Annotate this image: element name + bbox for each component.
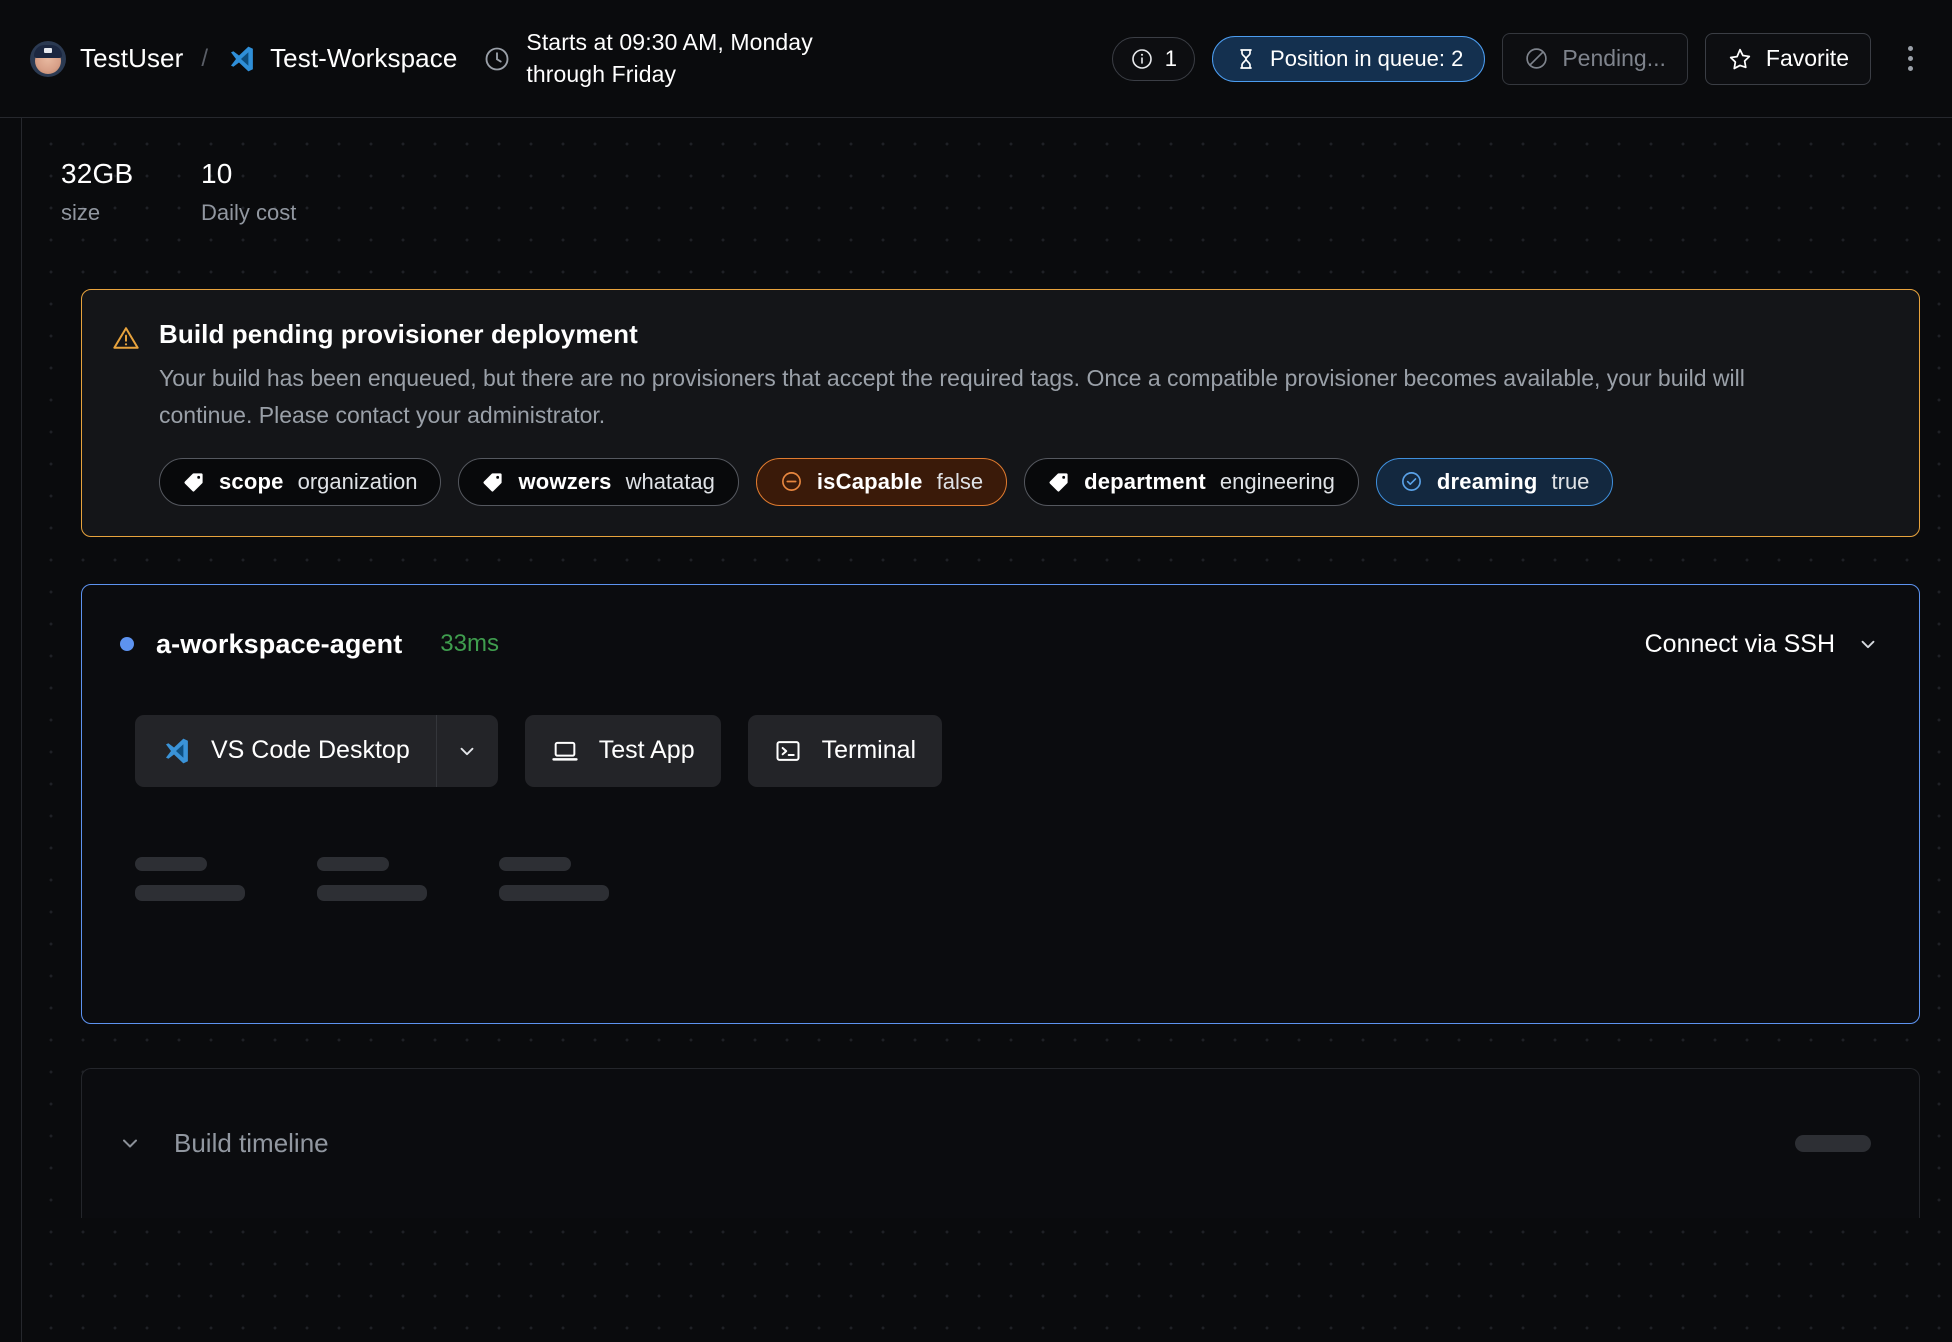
clock-icon — [485, 47, 509, 70]
tag-value: engineering — [1219, 468, 1335, 494]
agent-card: a-workspace-agent 33ms Connect via SSH V… — [81, 583, 1920, 1024]
build-timeline-section[interactable]: Build timeline — [81, 1067, 1920, 1218]
app-button-vs-code-desktop[interactable]: VS Code Desktop — [135, 714, 498, 787]
skeleton-item — [135, 856, 317, 901]
pending-button[interactable]: Pending... — [1502, 32, 1688, 85]
tag-icon — [1049, 472, 1068, 492]
vscode-icon — [166, 738, 188, 763]
connect-via-ssh-button[interactable]: Connect via SSH — [1645, 630, 1879, 659]
tag-key: wowzers — [518, 468, 612, 494]
skeleton-item — [499, 856, 681, 901]
stat-size-label: size — [61, 200, 101, 225]
skeleton-item — [1795, 1134, 1871, 1152]
agent-app-list: VS Code Desktop Test App Terminal — [82, 660, 1919, 787]
stat-size: 32GB size — [61, 158, 201, 226]
chevron-down-icon — [460, 747, 474, 755]
agent-name: a-workspace-agent — [156, 628, 403, 659]
tag-icon — [483, 472, 503, 492]
app-button-main[interactable]: Test App — [525, 715, 721, 787]
favorite-label: Favorite — [1765, 45, 1849, 71]
tag-key: department — [1084, 468, 1206, 494]
check-circle-icon — [1401, 472, 1421, 492]
app-button-terminal[interactable]: Terminal — [747, 714, 943, 787]
app-button-label: Test App — [598, 736, 695, 765]
hourglass-icon — [1240, 48, 1252, 69]
tag-pill-danger[interactable]: isCapable false — [755, 457, 1008, 506]
provisioner-tag-list: scope organization wowzers whatatag isCa… — [159, 457, 1887, 506]
tag-pill[interactable]: wowzers whatatag — [458, 457, 739, 506]
build-timeline-label: Build timeline — [174, 1127, 329, 1158]
tag-value: organization — [297, 468, 418, 494]
warning-triangle-icon — [113, 327, 139, 349]
info-count-label: 1 — [1164, 45, 1178, 71]
vscode-icon — [231, 46, 253, 71]
chevron-down-icon — [1861, 640, 1875, 649]
breadcrumb-workspace[interactable]: Test-Workspace — [270, 43, 457, 74]
workspace-schedule: Starts at 09:30 AM, Monday through Frida… — [483, 27, 883, 89]
tag-pill[interactable]: department engineering — [1024, 457, 1359, 506]
star-icon — [1729, 48, 1751, 69]
info-count-chip[interactable]: 1 — [1111, 36, 1196, 81]
queue-position-chip[interactable]: Position in queue: 2 — [1212, 35, 1486, 82]
tag-key: dreaming — [1436, 468, 1538, 494]
connect-via-ssh-label: Connect via SSH — [1644, 629, 1835, 658]
tag-value: true — [1551, 468, 1590, 494]
alert-title: Build pending provisioner deployment — [159, 319, 638, 349]
agent-header: a-workspace-agent 33ms Connect via SSH — [82, 585, 1919, 660]
breadcrumb-separator: / — [201, 44, 209, 72]
stat-size-value: 32GB — [61, 158, 134, 189]
minus-circle-icon — [781, 472, 801, 492]
agent-latency: 33ms — [440, 630, 499, 658]
tag-key: isCapable — [816, 468, 923, 494]
info-circle-icon — [1131, 48, 1152, 69]
stat-daily-cost-value: 10 — [201, 158, 233, 189]
workspace-body: 32GB size 10 Daily cost Build pending pr… — [21, 118, 1952, 1342]
stat-daily-cost-label: Daily cost — [201, 200, 297, 225]
kebab-menu-icon[interactable] — [1892, 33, 1928, 85]
breadcrumb-user[interactable]: TestUser — [80, 43, 183, 74]
laptop-icon — [552, 741, 578, 761]
app-button-test-app[interactable]: Test App — [524, 714, 721, 787]
terminal-icon — [776, 740, 800, 761]
queue-position-label: Position in queue: 2 — [1270, 45, 1464, 71]
app-dropdown-toggle[interactable] — [435, 714, 498, 787]
workspace-stats: 32GB size 10 Daily cost — [22, 118, 1952, 226]
tag-value: false — [936, 468, 984, 494]
pending-label: Pending... — [1562, 45, 1666, 71]
chevron-down-icon[interactable] — [118, 1131, 142, 1155]
ban-circle-icon — [1526, 48, 1548, 69]
app-button-label: Terminal — [821, 736, 917, 765]
schedule-text: Starts at 09:30 AM, Monday through Frida… — [526, 29, 813, 87]
skeleton-item — [317, 856, 499, 901]
tag-pill-info[interactable]: dreaming true — [1375, 457, 1614, 506]
app-button-main[interactable]: VS Code Desktop — [135, 715, 436, 787]
user-avatar — [30, 40, 66, 77]
favorite-button[interactable]: Favorite — [1704, 32, 1871, 85]
agent-metadata-skeletons — [82, 787, 1919, 901]
breadcrumb: TestUser / Test-Workspace — [30, 40, 457, 77]
stat-daily-cost: 10 Daily cost — [201, 158, 341, 226]
alert-description: Your build has been enqueued, but there … — [159, 365, 1745, 428]
tag-pill[interactable]: scope organization — [159, 457, 442, 506]
workspace-page: TestUser / Test-Workspace Starts at 09:3… — [0, 0, 1952, 1342]
tag-icon — [184, 472, 203, 492]
tag-key: scope — [219, 468, 284, 494]
status-dot-icon — [120, 637, 134, 652]
app-button-label: VS Code Desktop — [211, 736, 410, 765]
tag-value: whatatag — [625, 468, 715, 494]
alert-body: Build pending provisioner deployment You… — [159, 319, 1887, 506]
build-pending-alert: Build pending provisioner deployment You… — [81, 289, 1920, 537]
top-bar: TestUser / Test-Workspace Starts at 09:3… — [0, 0, 1952, 118]
app-button-main[interactable]: Terminal — [748, 715, 942, 787]
top-bar-actions: 1 Position in queue: 2 Pending... Favori… — [1111, 32, 1928, 85]
